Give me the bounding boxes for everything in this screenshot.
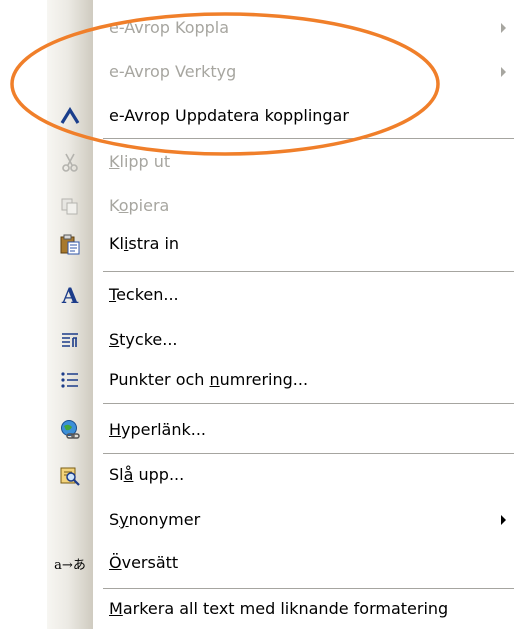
copy-icon bbox=[47, 186, 93, 226]
menu-separator bbox=[103, 403, 514, 404]
submenu-arrow-icon bbox=[501, 67, 506, 77]
menu-item-label: Översätt bbox=[109, 553, 179, 572]
caret-up-icon bbox=[47, 96, 93, 136]
menu-item-paragraph[interactable]: Stycke... bbox=[47, 320, 514, 360]
menu-item-label: Tecken... bbox=[109, 285, 179, 304]
menu-item-label: Punkter och numrering... bbox=[109, 370, 309, 389]
menu-item-synonyms[interactable]: Synonymer bbox=[47, 500, 514, 540]
context-menu: e-Avrop Koppla e-Avrop Verktyg e-Avrop U… bbox=[47, 0, 514, 629]
menu-separator bbox=[103, 453, 514, 454]
menu-item-label: e-Avrop Koppla bbox=[109, 18, 230, 37]
menu-item-translate[interactable]: a→あ Översätt bbox=[47, 543, 514, 583]
lookup-icon bbox=[47, 455, 93, 495]
menu-item-label: Slå upp... bbox=[109, 465, 185, 484]
menu-item-label: Klipp ut bbox=[109, 152, 171, 171]
paragraph-icon bbox=[47, 320, 93, 360]
menu-item-label: Stycke... bbox=[109, 330, 178, 349]
menu-item-label: Markera all text med liknande formaterin… bbox=[109, 599, 449, 618]
menu-item-label: Hyperlänk... bbox=[109, 420, 206, 439]
menu-item-label: Klistra in bbox=[109, 234, 180, 253]
menu-separator bbox=[103, 271, 514, 272]
translate-icon: a→あ bbox=[54, 557, 86, 573]
menu-item-label: e-Avrop Uppdatera kopplingar bbox=[109, 106, 349, 125]
menu-item-label: e-Avrop Verktyg bbox=[109, 62, 237, 81]
menu-item-copy[interactable]: Kopiera bbox=[47, 186, 514, 226]
menu-item-paste[interactable]: Klistra in bbox=[47, 224, 514, 264]
menu-item-e-avrop-koppla[interactable]: e-Avrop Koppla bbox=[47, 8, 514, 48]
font-icon: A bbox=[61, 282, 79, 308]
menu-item-e-avrop-uppdatera-kopplingar[interactable]: e-Avrop Uppdatera kopplingar bbox=[47, 96, 514, 136]
menu-separator bbox=[103, 138, 514, 139]
menu-item-cut[interactable]: Klipp ut bbox=[47, 142, 514, 182]
submenu-arrow-icon bbox=[501, 23, 506, 33]
bullets-icon bbox=[47, 360, 93, 400]
menu-item-bullets-numbering[interactable]: Punkter och numrering... bbox=[47, 360, 514, 400]
hyperlink-icon bbox=[47, 410, 93, 450]
menu-item-lookup[interactable]: Slå upp... bbox=[47, 455, 514, 495]
menu-item-select-similar-formatting[interactable]: Markera all text med liknande formaterin… bbox=[47, 589, 514, 629]
scissors-icon bbox=[47, 142, 93, 182]
paste-icon bbox=[47, 224, 93, 264]
menu-item-e-avrop-verktyg[interactable]: e-Avrop Verktyg bbox=[47, 52, 514, 92]
submenu-arrow-icon bbox=[501, 515, 506, 525]
menu-item-hyperlink[interactable]: Hyperlänk... bbox=[47, 410, 514, 450]
menu-item-font[interactable]: A Tecken... bbox=[47, 275, 514, 315]
menu-item-label: Synonymer bbox=[109, 510, 201, 529]
menu-item-label: Kopiera bbox=[109, 196, 170, 215]
